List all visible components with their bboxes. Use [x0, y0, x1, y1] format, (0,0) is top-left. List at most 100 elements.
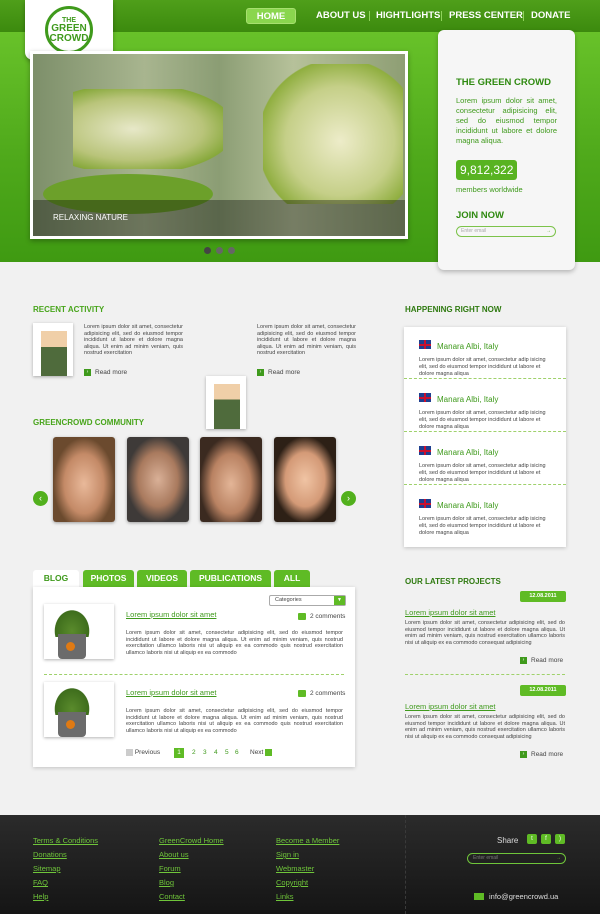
project-title-link[interactable]: Lorem ipsum dolor sit amet — [405, 702, 495, 711]
categories-value: Categories — [275, 597, 302, 603]
uk-flag-icon — [419, 446, 431, 456]
happening-item[interactable]: Manara Albi, Italy Lorem ipsum dolor sit… — [404, 486, 566, 538]
page-3[interactable]: 3 — [203, 749, 207, 756]
project-divider — [405, 674, 565, 675]
footer-link-sign-in[interactable]: Sign in — [276, 850, 299, 859]
slider-dot-1[interactable] — [204, 247, 211, 254]
activity-text: Lorem ipsum dolor sit amet, consectetur … — [257, 324, 356, 356]
footer-link-become-member[interactable]: Become a Member — [276, 836, 339, 845]
arrow-icon: › — [520, 751, 527, 758]
member-photo[interactable] — [200, 437, 262, 522]
happening-item[interactable]: Manara Albi, Italy Lorem ipsum dolor sit… — [404, 327, 566, 379]
member-photo[interactable] — [53, 437, 115, 522]
post-title-link[interactable]: Lorem ipsum dolor sit amet — [126, 610, 216, 619]
read-more-label: Read more — [268, 369, 301, 377]
tab-photos[interactable]: PHOTOS — [83, 570, 134, 587]
nav-donate[interactable]: DONATE — [531, 9, 570, 23]
footer-link-sitemap[interactable]: Sitemap — [33, 864, 61, 873]
post-title-link[interactable]: Lorem ipsum dolor sit amet — [126, 688, 216, 697]
footer-link-links[interactable]: Links — [276, 892, 294, 901]
submit-arrow-icon[interactable]: → — [546, 227, 551, 236]
member-photo[interactable] — [127, 437, 189, 522]
tab-all[interactable]: ALL — [274, 570, 310, 587]
happening-text: Lorem ipsum dolor sit amet, consectetur … — [419, 516, 546, 536]
pot-shape — [58, 712, 86, 737]
read-more-link[interactable]: › Read more — [84, 369, 127, 376]
post-thumbnail[interactable] — [44, 682, 114, 737]
read-more-link[interactable]: › Read more — [520, 751, 563, 758]
footer-link-blog[interactable]: Blog — [159, 878, 174, 887]
happening-item[interactable]: Manara Albi, Italy Lorem ipsum dolor sit… — [404, 380, 566, 432]
nav-highlights[interactable]: HIGHTLIGHTS — [376, 9, 440, 23]
footer-link-webmaster[interactable]: Webmaster — [276, 864, 314, 873]
join-panel: THE GREEN CROWD Lorem ipsum dolor sit am… — [438, 30, 575, 270]
footer-link-faq[interactable]: FAQ — [33, 878, 48, 887]
read-more-link[interactable]: › Read more — [257, 369, 300, 376]
nav-press-center[interactable]: PRESS CENTER — [449, 9, 523, 23]
nav-home[interactable]: HOME — [246, 8, 296, 24]
logo-text-green: GREEN — [51, 22, 87, 34]
happening-item[interactable]: Manara Albi, Italy Lorem ipsum dolor sit… — [404, 433, 566, 485]
carousel-next-icon[interactable]: › — [341, 491, 356, 506]
footer-link-help[interactable]: Help — [33, 892, 48, 901]
person-figure — [214, 384, 240, 429]
submit-arrow-icon[interactable]: → — [556, 854, 561, 863]
footer-email-input[interactable]: Enter email → — [467, 853, 566, 864]
pagination-next[interactable]: Next — [250, 749, 273, 756]
slider-dot-2[interactable] — [216, 247, 223, 254]
page-2[interactable]: 2 — [192, 749, 196, 756]
read-more-link[interactable]: › Read more — [520, 657, 563, 664]
twitter-icon[interactable]: t — [527, 834, 537, 844]
happening-list: Manara Albi, Italy Lorem ipsum dolor sit… — [404, 327, 566, 547]
footer-link-copyright[interactable]: Copyright — [276, 878, 308, 887]
prev-label: Previous — [134, 749, 161, 757]
page-6[interactable]: 6 — [235, 749, 239, 756]
activity-avatar[interactable] — [206, 376, 246, 429]
footer-link-forum[interactable]: Forum — [159, 864, 181, 873]
happening-location: Manara Albi, Italy — [437, 501, 499, 510]
activity-text: Lorem ipsum dolor sit amet, consectetur … — [84, 324, 183, 356]
happening-text: Lorem ipsum dolor sit amet, consectetur … — [419, 357, 546, 377]
hero-slider[interactable]: RELAXING NATURE — [30, 51, 408, 239]
footer-link-donations[interactable]: Donations — [33, 850, 67, 859]
happening-text: Lorem ipsum dolor sit amet, consectetur … — [419, 410, 546, 430]
page-4[interactable]: 4 — [214, 749, 218, 756]
join-title: JOIN NOW — [456, 210, 505, 221]
slider-dot-3[interactable] — [228, 247, 235, 254]
pagination-prev[interactable]: Previous — [126, 749, 160, 756]
post-excerpt: Lorem ipsum dolor sit amet, consectetur … — [126, 708, 343, 734]
carousel-prev-icon[interactable]: ‹ — [33, 491, 48, 506]
join-email-input[interactable]: Enter email → — [456, 226, 556, 237]
project-title-link[interactable]: Lorem ipsum dolor sit amet — [405, 608, 495, 617]
footer-link-contact[interactable]: Contact — [159, 892, 185, 901]
tab-publications[interactable]: PUBLICATIONS — [190, 570, 271, 587]
comments-count[interactable]: 2 comments — [298, 613, 345, 620]
contact-email[interactable]: info@greencrowd.ua — [489, 892, 558, 901]
footer-link-home[interactable]: GreenCrowd Home — [159, 836, 224, 845]
comments-count[interactable]: 2 comments — [298, 690, 345, 697]
chevron-down-icon: ▼ — [334, 596, 345, 605]
next-icon — [265, 749, 273, 756]
activity-avatar[interactable] — [33, 323, 73, 376]
post-thumbnail[interactable] — [44, 604, 114, 659]
page-5[interactable]: 5 — [225, 749, 229, 756]
categories-select[interactable]: Categories ▼ — [269, 595, 346, 606]
share-label: Share — [497, 836, 519, 845]
person-figure — [41, 331, 67, 376]
rss-icon[interactable]: ) — [555, 834, 565, 844]
members-label: members worldwide — [456, 185, 523, 194]
facebook-icon[interactable]: f — [541, 834, 551, 844]
pot-shape — [58, 634, 86, 659]
happening-location: Manara Albi, Italy — [437, 448, 499, 457]
footer-link-terms[interactable]: Terms & Conditions — [33, 836, 98, 845]
member-photo[interactable] — [274, 437, 336, 522]
page-1[interactable]: 1 — [174, 748, 184, 758]
tab-blog[interactable]: BLOG — [33, 570, 79, 587]
section-title-projects: OUR LATEST PROJECTS — [405, 577, 501, 586]
happening-text: Lorem ipsum dolor sit amet, consectetur … — [419, 463, 546, 483]
section-title-happening: HAPPENING RIGHT NOW — [405, 305, 502, 314]
nav-about-us[interactable]: ABOUT US — [316, 9, 366, 23]
tab-videos[interactable]: VIDEOS — [137, 570, 187, 587]
footer-link-about[interactable]: About us — [159, 850, 189, 859]
uk-flag-icon — [419, 340, 431, 350]
